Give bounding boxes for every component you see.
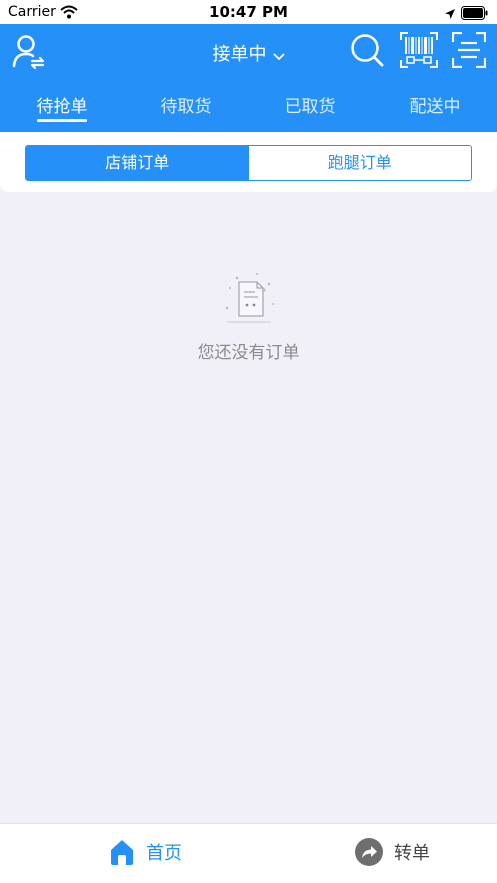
tab-label: 已取货 <box>284 97 336 117</box>
segment-errand-orders[interactable]: 跑腿订单 <box>248 146 471 180</box>
app-header: 接单中 待抢单 待取货 已取货 配送中 <box>0 24 497 132</box>
battery-icon <box>461 5 489 24</box>
home-icon <box>111 840 133 865</box>
order-type-segment: 店铺订单 跑腿订单 <box>25 145 472 181</box>
barcode-icon[interactable] <box>400 32 438 72</box>
empty-message: 您还没有订单 <box>197 343 300 363</box>
tab-pending-grab[interactable]: 待抢单 <box>0 92 124 128</box>
tab-pending-pickup[interactable]: 待取货 <box>124 92 248 128</box>
scan-icon[interactable] <box>451 31 487 72</box>
search-icon[interactable] <box>349 32 385 72</box>
empty-state: 您还没有订单 <box>0 270 497 363</box>
tab-label: 配送中 <box>409 97 461 117</box>
tab-label: 待抢单 <box>36 97 88 117</box>
bottom-navigation: 首页 转单 <box>0 823 497 883</box>
user-switch-icon[interactable] <box>12 34 46 74</box>
location-arrow-icon <box>444 5 456 24</box>
order-status-tabs: 待抢单 待取货 已取货 配送中 <box>0 92 497 128</box>
empty-document-icon <box>225 273 274 323</box>
nav-home-label: 首页 <box>146 843 182 864</box>
segment-store-orders[interactable]: 店铺订单 <box>26 146 249 180</box>
tab-delivering[interactable]: 配送中 <box>373 92 497 128</box>
tab-picked-up[interactable]: 已取货 <box>248 92 372 128</box>
chevron-down-icon <box>272 45 285 66</box>
work-status-label: 接单中 <box>212 44 267 65</box>
share-forward-icon <box>355 838 383 866</box>
status-bar: Carrier 10:47 PM <box>0 0 497 24</box>
tab-label: 待取货 <box>160 97 212 117</box>
order-type-panel: 店铺订单 跑腿订单 <box>0 132 497 192</box>
nav-transfer[interactable]: 转单 <box>354 836 430 868</box>
work-status-dropdown[interactable]: 接单中 <box>213 40 285 66</box>
status-time: 10:47 PM <box>209 3 288 21</box>
nav-home[interactable]: 首页 <box>108 836 182 868</box>
nav-transfer-label: 转单 <box>394 843 430 864</box>
active-tab-indicator <box>37 119 87 122</box>
